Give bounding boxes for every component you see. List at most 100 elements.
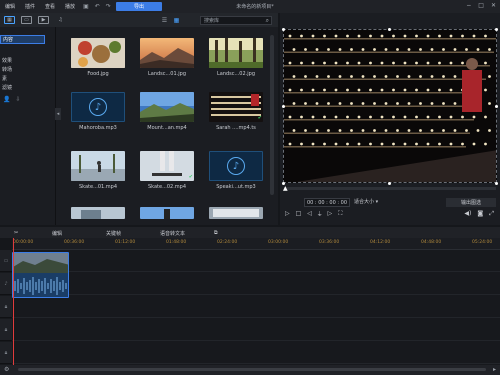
resize-handle[interactable] [495, 182, 498, 185]
check-icon: ✔ [257, 115, 262, 121]
media-tile[interactable]: Skate...01.mp4 [71, 151, 125, 190]
preview-scrubber[interactable] [284, 187, 496, 190]
sidebar-item-content[interactable]: 内容 [0, 35, 45, 44]
volume-icon[interactable]: ◀) [464, 210, 471, 218]
detach-audio-icon[interactable]: ⧉ [214, 230, 218, 236]
library-scrollbar[interactable] [270, 35, 274, 195]
resize-handle[interactable] [282, 28, 285, 31]
user-icon[interactable]: 👤 [3, 96, 10, 103]
close-icon[interactable]: ✕ [491, 2, 496, 9]
resize-handle[interactable] [495, 28, 498, 31]
media-tile[interactable] [140, 207, 194, 219]
sidebar-item-filters[interactable]: 滤镜 [0, 83, 55, 92]
track-row[interactable] [12, 250, 500, 272]
media-tile[interactable] [71, 207, 125, 219]
lock-icon[interactable]: 🔒︎ [0, 296, 12, 318]
ruler-label: 05:24:00 [472, 240, 493, 245]
minimize-icon[interactable]: − [466, 2, 471, 9]
output-preview-button[interactable]: 输出图选 [446, 198, 496, 207]
resize-handle[interactable] [388, 28, 391, 31]
export-button[interactable]: 导出 [116, 2, 162, 11]
snapshot-icon[interactable]: ◙ [477, 210, 483, 218]
sidebar-item-material[interactable]: 素 [0, 74, 55, 83]
track-row[interactable] [12, 319, 500, 341]
zoom-icon[interactable]: ▸ [493, 366, 496, 373]
media-tile[interactable]: Landsc...01.jpg [140, 38, 194, 77]
media-tile[interactable]: ✔ Sarah ....mp4.ts [209, 92, 263, 131]
menu-view[interactable]: 查看 [40, 3, 60, 10]
lock-icon[interactable]: 🔒︎ [0, 319, 12, 341]
fullscreen-icon[interactable]: ⛶ [338, 210, 342, 218]
media-tile[interactable]: ♪ Speaki...ut.mp3 [209, 151, 263, 190]
sidebar-item-effects[interactable]: 效果 [0, 56, 55, 65]
video-track-icon[interactable]: ▭ [0, 250, 12, 272]
timeline-clip[interactable] [12, 252, 69, 298]
mark-in-icon[interactable]: ⍊ [318, 210, 322, 218]
scrubber-knob-icon[interactable]: ▲ [283, 185, 288, 192]
landscape-image [140, 38, 194, 68]
fit-size-dropdown[interactable]: 适合大小 ▾ [354, 198, 378, 205]
resize-handle[interactable] [282, 105, 285, 108]
video-tab-icon[interactable]: ▶ [38, 16, 49, 24]
speech-to-text-button[interactable]: 语音转文本 [160, 230, 185, 237]
collapse-sidebar-icon[interactable]: ◂ [55, 108, 61, 120]
menu-play[interactable]: 播放 [60, 3, 80, 10]
redo-icon[interactable]: ↷ [106, 3, 111, 10]
media-tile[interactable] [209, 207, 263, 219]
media-tile[interactable]: ✔ Skate...02.mp4 [140, 151, 194, 190]
image-tab-icon[interactable]: ▭ [21, 16, 32, 24]
split-icon[interactable]: ✂ [14, 230, 18, 236]
keyframe-button[interactable]: 关键帧 [106, 230, 121, 237]
timeline-ruler[interactable]: 00:00:00 00:36:00 01:12:00 01:48:00 02:2… [12, 238, 500, 250]
media-tab-icon[interactable]: ▦ [4, 16, 15, 24]
library-search-input[interactable]: 搜索库 ⌕ [200, 16, 272, 25]
sidebar-item-transitions[interactable]: 转场 [0, 65, 55, 74]
thumbnail [140, 92, 194, 122]
playhead[interactable] [13, 238, 14, 366]
thumbnail [209, 207, 263, 219]
track-row[interactable] [12, 296, 500, 318]
media-tile[interactable]: ♪ Mahoroba.mp3 [71, 92, 125, 131]
forest-image [209, 38, 263, 68]
media-tile[interactable]: Food.jpg [71, 38, 125, 77]
timeline-scrollbar[interactable] [18, 368, 486, 371]
download-icon[interactable]: ⇩ [15, 96, 20, 103]
video-thumb-image [71, 207, 125, 219]
stop-icon[interactable]: □ [296, 210, 302, 218]
audio-tab-icon[interactable]: ♫ [55, 16, 66, 24]
list-view-icon[interactable]: ☰ [160, 16, 169, 24]
maximize-icon[interactable]: □ [478, 2, 484, 9]
track-row[interactable] [12, 342, 500, 364]
prev-frame-icon[interactable]: ◁ [307, 210, 312, 218]
settings-icon[interactable]: ⚙ [4, 366, 9, 373]
timecode-display[interactable]: 00 : 00 : 00 : 00 [304, 198, 350, 207]
expand-icon[interactable]: ⤢ [489, 210, 494, 218]
resize-handle[interactable] [495, 105, 498, 108]
audio-track-icon[interactable]: ♪ [0, 273, 12, 295]
resize-handle[interactable] [388, 182, 391, 185]
timeline-tracks: ▭ ♪ 🔒︎ 🔒︎ 🔒︎ [0, 250, 500, 365]
ruler-label: 01:12:00 [115, 240, 136, 245]
menu-plugins[interactable]: 插件 [20, 3, 40, 10]
track-row[interactable] [12, 273, 500, 295]
shelves-image [209, 92, 263, 122]
media-tile[interactable]: Landsc...02.jpg [209, 38, 263, 77]
preview-panel: ▲ 00 : 00 : 00 : 00 适合大小 ▾ 输出图选 ▷ □ ◁ ⍊ … [280, 13, 500, 225]
mountain-image [140, 92, 194, 122]
media-tile[interactable]: Mount...an.mp4 [140, 92, 194, 131]
video-preview[interactable] [283, 29, 497, 183]
thumbnail: ✔ [209, 92, 263, 122]
grid-view-icon[interactable]: ▦ [172, 16, 181, 24]
edit-button[interactable]: 编辑 [52, 230, 62, 237]
undo-icon[interactable]: ↶ [95, 3, 100, 10]
tile-label: Landsc...02.jpg [216, 71, 255, 77]
lock-icon[interactable]: 🔒︎ [0, 342, 12, 364]
menu-edit[interactable]: 编辑 [0, 3, 20, 10]
ruler-label: 03:00:00 [268, 240, 289, 245]
play-icon[interactable]: ▷ [285, 210, 290, 218]
save-icon[interactable]: ▣ [83, 3, 89, 10]
search-icon[interactable]: ⌕ [266, 17, 269, 25]
next-frame-icon[interactable]: ▷ [328, 210, 333, 218]
tile-label: Landsc...01.jpg [147, 71, 186, 77]
tile-label: Mahoroba.mp3 [79, 125, 117, 131]
